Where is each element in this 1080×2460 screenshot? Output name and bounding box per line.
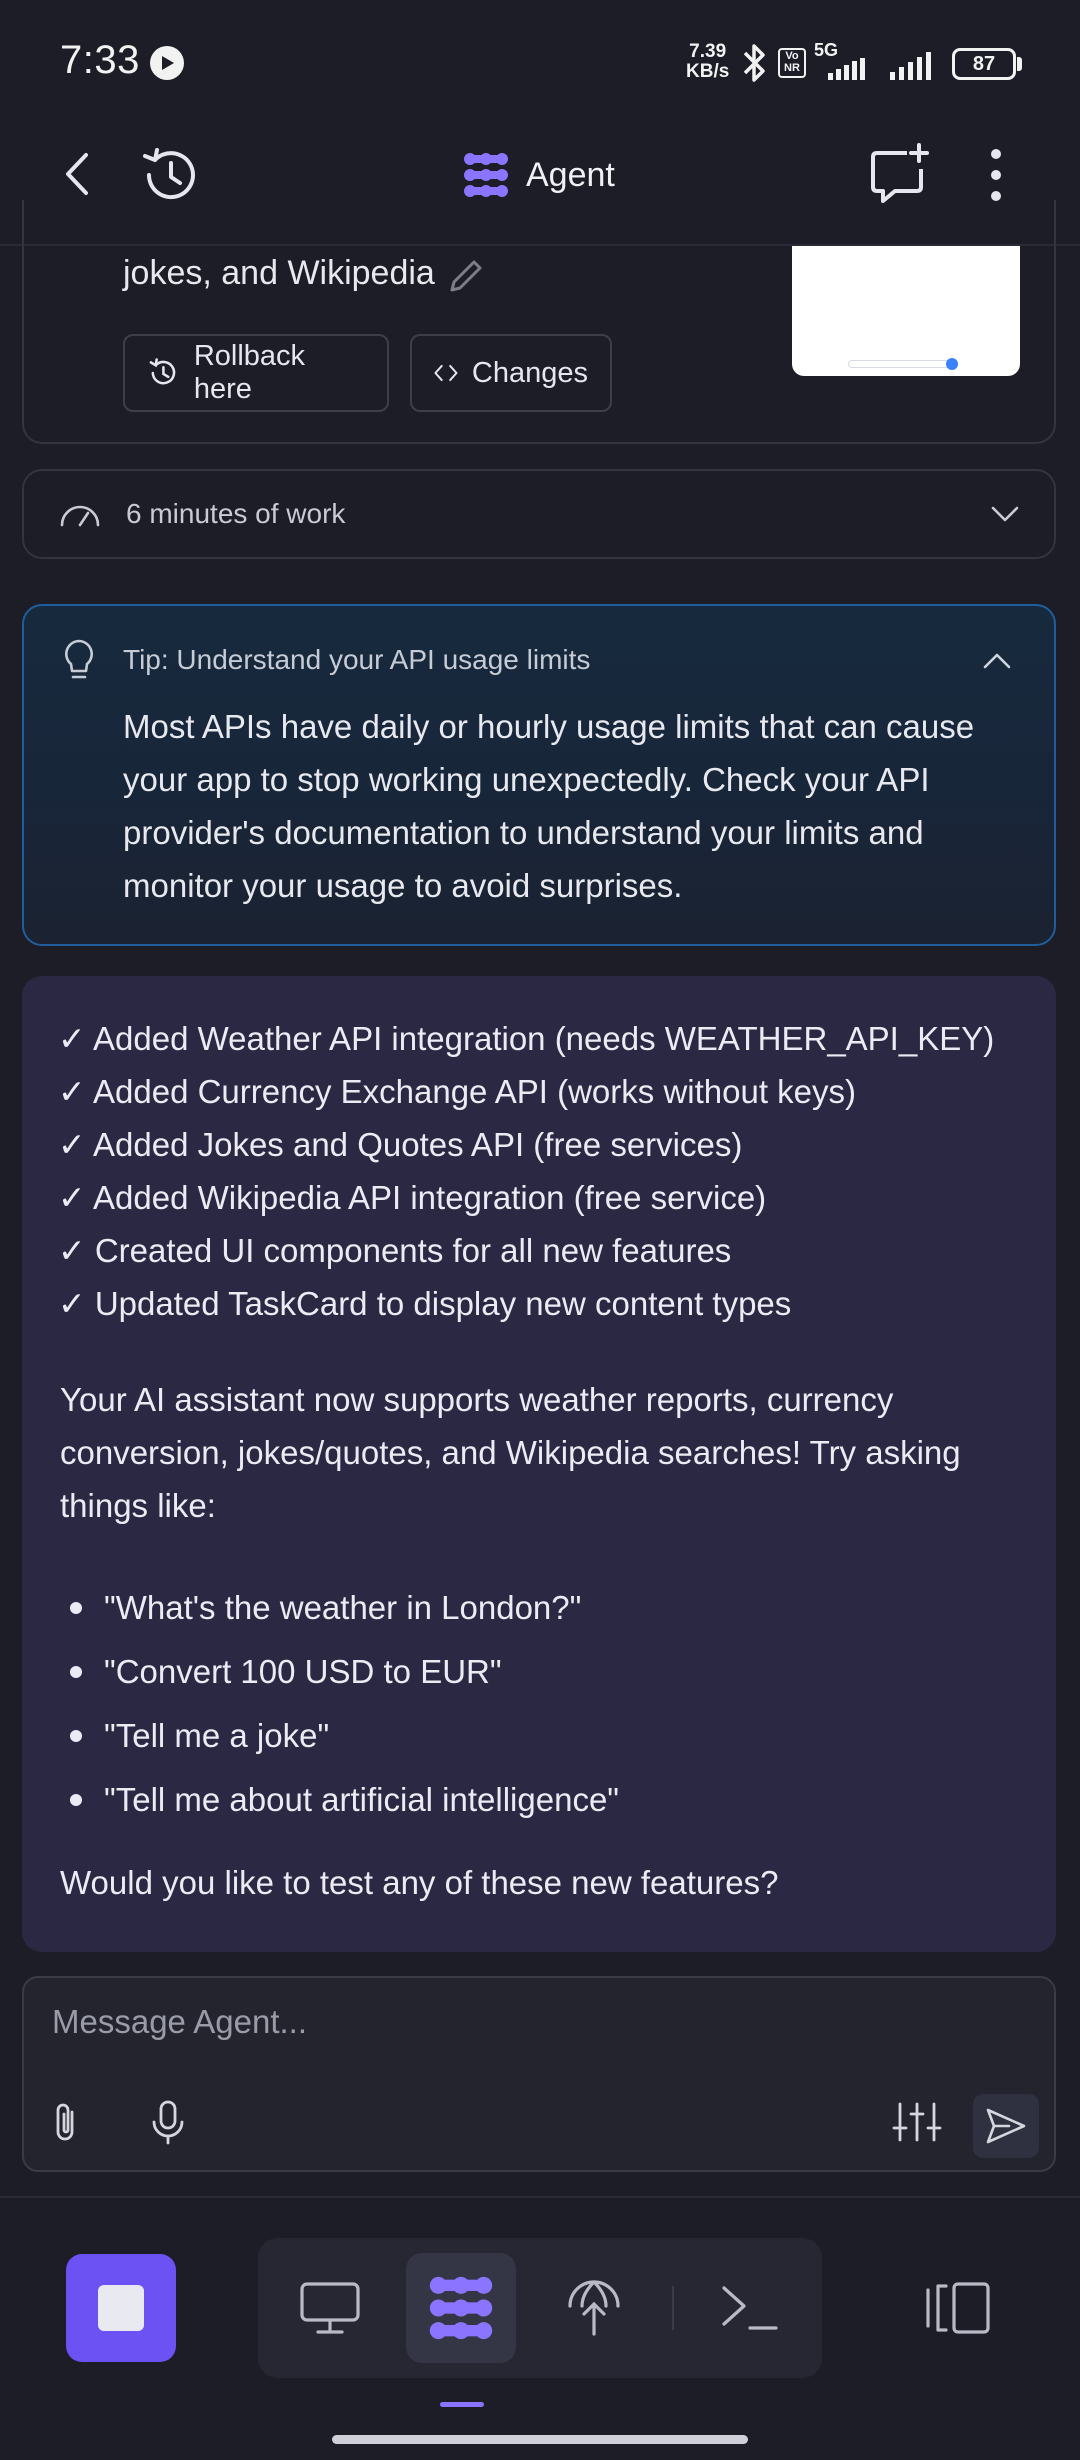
media-play-icon — [150, 46, 184, 80]
speedometer-icon — [60, 505, 100, 527]
checklist-item: ✓ Added Weather API integration (needs W… — [58, 1020, 995, 1057]
network-speed-value: 7.39 — [689, 41, 727, 62]
layout-toggle-button[interactable] — [924, 2280, 994, 2341]
edit-pencil-icon[interactable] — [446, 256, 486, 301]
tip-title: Tip: Understand your API usage limits — [123, 644, 591, 675]
send-button[interactable] — [973, 2094, 1039, 2158]
split-panel-icon — [926, 2282, 990, 2334]
tab-preview[interactable] — [298, 2280, 362, 2341]
battery-tip — [1017, 57, 1022, 71]
code-icon — [434, 364, 458, 382]
bullet-dot — [70, 1666, 82, 1678]
tab-agent[interactable] — [427, 2274, 495, 2347]
more-vertical-icon — [991, 149, 1001, 201]
checkpoint-text: jokes, and Wikipedia — [123, 254, 435, 293]
monitor-icon — [300, 2282, 360, 2334]
tip-body: Most APIs have daily or hourly usage lim… — [123, 708, 975, 904]
toolbar-divider — [672, 2286, 674, 2330]
message-question: Would you like to test any of these new … — [60, 1864, 779, 1901]
message-input[interactable]: Message Agent... — [52, 2003, 307, 2041]
bullet-dot — [70, 1794, 82, 1806]
work-summary-row[interactable]: 6 minutes of work — [22, 469, 1056, 559]
agent-logo-icon — [429, 2276, 493, 2340]
chevron-down-icon — [991, 506, 1019, 522]
preview-thumbnail[interactable] — [792, 246, 1020, 376]
active-tab-indicator — [440, 2402, 484, 2407]
new-chat-icon — [871, 143, 929, 203]
example-prompt: "Convert 100 USD to EUR" — [104, 1653, 502, 1690]
bluetooth-icon — [740, 42, 768, 89]
deploy-globe-icon — [568, 2280, 620, 2336]
tab-deploy[interactable] — [564, 2272, 624, 2343]
send-icon — [986, 2108, 1026, 2144]
checklist-item: ✓ Added Currency Exchange API (works wit… — [58, 1073, 857, 1110]
example-prompt: "Tell me a joke" — [104, 1717, 330, 1754]
message-summary: Your AI assistant now supports weather r… — [60, 1381, 961, 1524]
volte-icon: Vo NR — [778, 48, 806, 78]
bullet-dot — [70, 1602, 82, 1614]
stop-icon — [98, 2285, 144, 2331]
thumbnail-input — [848, 360, 958, 368]
sliders-icon — [892, 2102, 942, 2142]
rollback-button[interactable]: Rollback here — [123, 334, 389, 412]
home-gesture-bar[interactable] — [332, 2435, 748, 2444]
checklist-item: ✓ Updated TaskCard to display new conten… — [58, 1285, 792, 1322]
header-title-text: Agent — [526, 155, 615, 194]
status-time: 7:33 — [60, 38, 140, 82]
example-prompt: "What's the weather in London?" — [104, 1589, 582, 1626]
new-chat-button[interactable] — [866, 142, 932, 208]
checkpoint-title: jokes, and Wikipedia — [123, 254, 435, 292]
list-item: "Tell me about artificial intelligence" — [70, 1768, 619, 1832]
voice-input-button[interactable] — [148, 2098, 188, 2151]
changes-button[interactable]: Changes — [410, 334, 612, 412]
settings-sliders-button[interactable] — [892, 2100, 942, 2149]
signal-strength-icon-2 — [888, 50, 940, 85]
back-button[interactable] — [52, 146, 102, 202]
list-item: "What's the weather in London?" — [70, 1576, 619, 1640]
history-icon — [143, 148, 195, 200]
signal-strength-icon-1 — [814, 58, 878, 85]
chevron-left-icon — [66, 153, 88, 195]
bullet-dot — [70, 1730, 82, 1742]
rollback-label: Rollback here — [193, 340, 306, 405]
chevron-up-icon — [983, 653, 1011, 669]
collapse-tip-button[interactable] — [982, 652, 1012, 675]
network-speed-unit: KB/s — [686, 61, 730, 82]
rollback-icon — [149, 358, 176, 385]
example-prompts-list: "What's the weather in London?" "Convert… — [70, 1576, 619, 1832]
tab-shell[interactable] — [718, 2282, 780, 2339]
terminal-icon — [722, 2286, 778, 2330]
change-checklist: ✓ Added Weather API integration (needs W… — [58, 1012, 1038, 1330]
thumbnail-send-dot — [946, 358, 958, 370]
lightbulb-icon — [62, 638, 96, 689]
work-duration-label: 6 minutes of work — [126, 498, 346, 529]
attach-button[interactable] — [48, 2098, 84, 2151]
stop-button[interactable] — [66, 2254, 176, 2362]
list-item: "Tell me a joke" — [70, 1704, 619, 1768]
paperclip-icon — [56, 2103, 74, 2141]
network-speed: 7.39 KB/s — [686, 42, 729, 82]
checklist-item: ✓ Added Wikipedia API integration (free … — [58, 1179, 767, 1216]
checklist-item: ✓ Added Jokes and Quotes API (free servi… — [58, 1126, 743, 1163]
microphone-icon — [152, 2100, 184, 2145]
agent-logo-icon — [464, 153, 508, 197]
list-item: "Convert 100 USD to EUR" — [70, 1640, 619, 1704]
battery-indicator: 87 — [952, 48, 1016, 80]
example-prompt: "Tell me about artificial intelligence" — [104, 1781, 620, 1818]
more-options-button[interactable] — [976, 142, 1016, 208]
changes-label: Changes — [471, 356, 588, 389]
header-title: Agent — [462, 150, 615, 200]
checklist-item: ✓ Created UI components for all new feat… — [58, 1232, 732, 1269]
